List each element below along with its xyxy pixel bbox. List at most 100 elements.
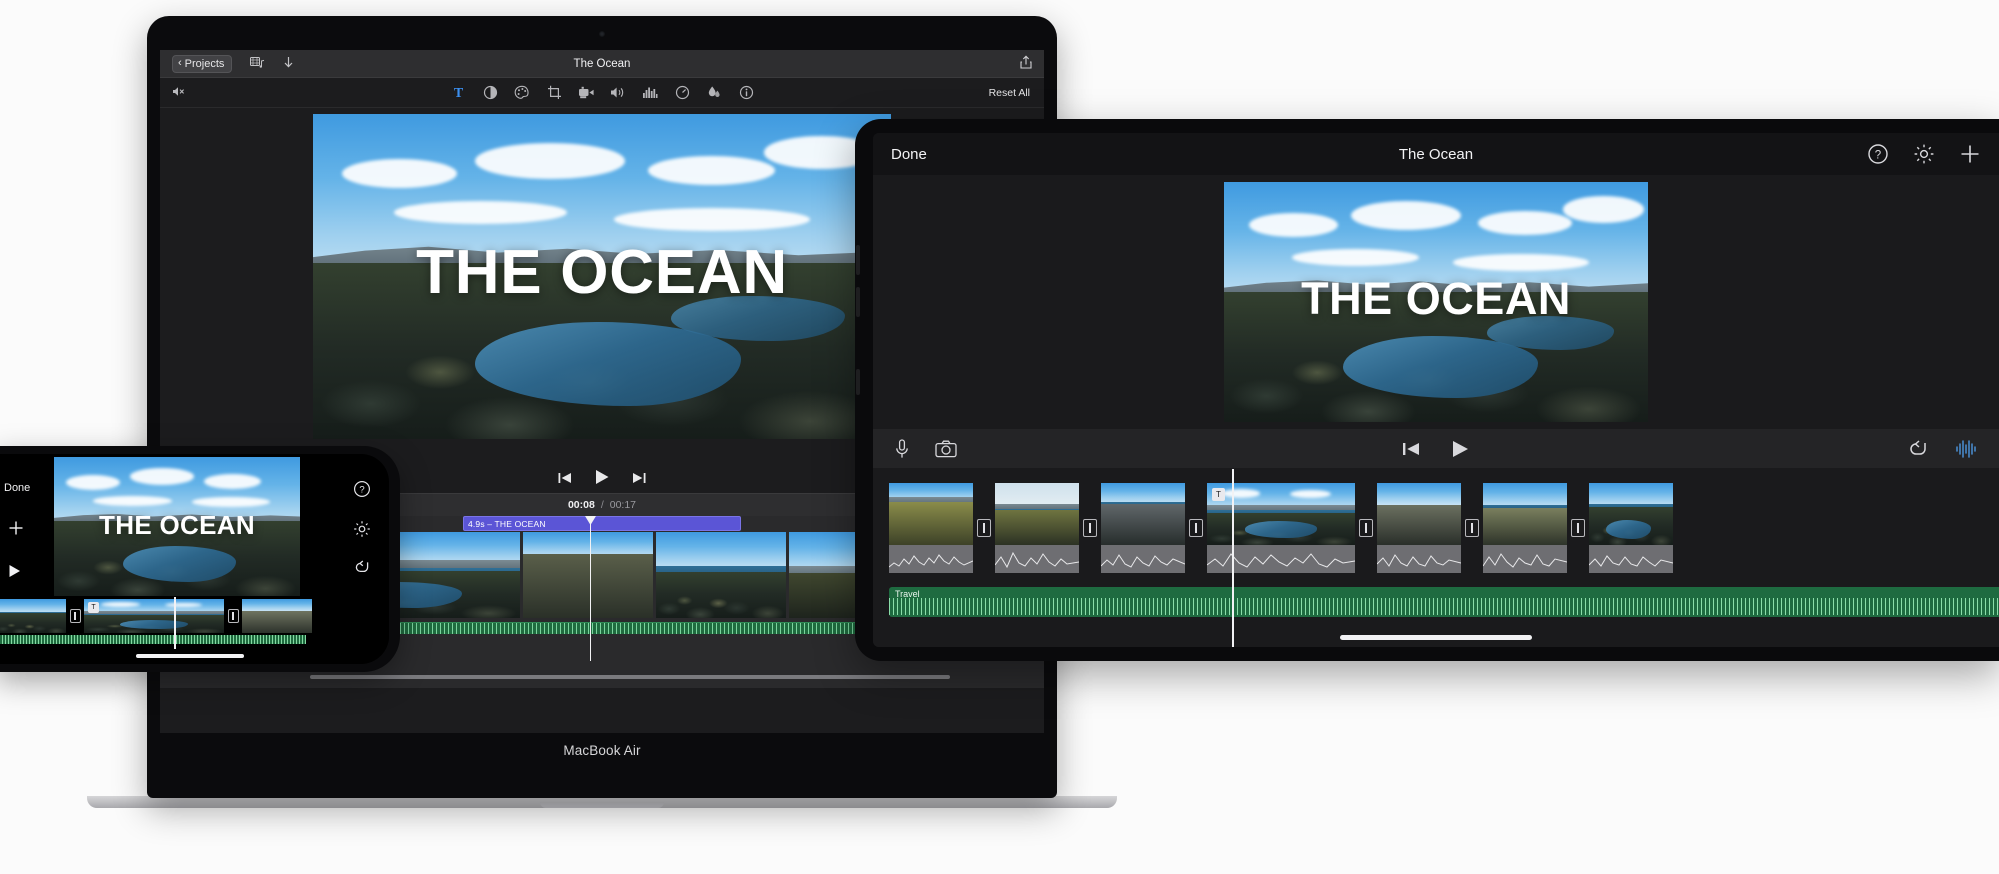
- timeline-clip[interactable]: [889, 483, 973, 545]
- timeline-clip-item[interactable]: [1483, 483, 1567, 573]
- timeline-clip-item[interactable]: [1589, 483, 1673, 573]
- svg-text:?: ?: [1875, 149, 1881, 161]
- transition-icon: [227, 609, 239, 623]
- crop-icon[interactable]: [544, 83, 564, 103]
- title-overlay-text: THE OCEAN: [416, 238, 788, 307]
- iphone-done-button[interactable]: Done: [4, 482, 30, 494]
- power-button[interactable]: [856, 369, 860, 395]
- title-clip[interactable]: 4.9s – THE OCEAN: [463, 516, 741, 531]
- cloud: [204, 473, 261, 489]
- iphone-audio-track[interactable]: [0, 635, 306, 644]
- home-indicator[interactable]: [136, 654, 244, 658]
- clip-waveform: [995, 545, 1079, 573]
- title-tool-icon[interactable]: T: [448, 83, 468, 103]
- cloud: [1351, 201, 1462, 230]
- screenshot-root: ‹ Projects The Ocean T Reset All THE OCE…: [0, 0, 1999, 874]
- download-arrow-icon[interactable]: [283, 56, 294, 72]
- timeline-clip[interactable]: [242, 599, 312, 633]
- video-preview[interactable]: THE OCEAN: [54, 457, 300, 596]
- ipad-control-bar: [873, 429, 1999, 469]
- ipad-project-title: The Ocean: [1398, 145, 1474, 163]
- timeline-clip[interactable]: [1589, 483, 1673, 545]
- timeline-clip[interactable]: [1483, 483, 1567, 545]
- timeline-clip-selected[interactable]: T: [1207, 483, 1355, 545]
- transition-marker[interactable]: [1355, 519, 1377, 537]
- transition-icon: [1189, 519, 1203, 537]
- help-circle-icon[interactable]: ?: [1867, 143, 1889, 165]
- skip-backward-icon[interactable]: [1402, 441, 1420, 457]
- plus-icon[interactable]: [1959, 143, 1981, 165]
- info-circle-icon[interactable]: [736, 83, 756, 103]
- gear-icon[interactable]: [1913, 143, 1935, 165]
- timeline-clip[interactable]: [995, 483, 1079, 545]
- timeline-clip-item[interactable]: [1377, 483, 1461, 573]
- equalizer-icon[interactable]: [640, 83, 660, 103]
- palette-icon[interactable]: [512, 83, 532, 103]
- skip-forward-icon[interactable]: [632, 472, 646, 487]
- timeline-clip[interactable]: [1101, 483, 1185, 545]
- transition-icon: [1083, 519, 1097, 537]
- ipad-capture-actions: [895, 438, 957, 459]
- speaker-icon[interactable]: [608, 83, 628, 103]
- volume-mute-icon[interactable]: [172, 86, 185, 100]
- transition-marker[interactable]: [1567, 519, 1589, 537]
- cloud: [613, 207, 811, 231]
- undo-arrow-icon[interactable]: [353, 560, 371, 575]
- transition-marker[interactable]: [66, 609, 84, 623]
- tool-icon-group: T: [448, 83, 756, 103]
- video-preview[interactable]: THE OCEAN: [1224, 182, 1648, 422]
- ipad-audio-track[interactable]: Travel: [889, 587, 1999, 617]
- ipad-timeline[interactable]: T Travel: [873, 469, 1999, 647]
- playhead[interactable]: [174, 597, 176, 649]
- timeline-clip[interactable]: [523, 532, 653, 618]
- clip-waveform: [1589, 545, 1673, 573]
- film-music-icon[interactable]: [250, 56, 265, 72]
- playhead[interactable]: [1232, 469, 1234, 647]
- clip-waveform: [1483, 545, 1567, 573]
- plus-icon[interactable]: [8, 520, 24, 540]
- share-icon[interactable]: [1020, 55, 1032, 72]
- home-indicator[interactable]: [1340, 635, 1532, 640]
- reset-all-button[interactable]: Reset All: [989, 87, 1030, 99]
- audio-waveform-icon[interactable]: [1955, 439, 1977, 459]
- chevron-left-icon: ‹: [178, 57, 182, 69]
- undo-arrow-icon[interactable]: [1907, 439, 1929, 458]
- play-icon[interactable]: [1450, 439, 1470, 459]
- play-icon[interactable]: [594, 469, 610, 490]
- help-circle-icon[interactable]: ?: [353, 480, 371, 498]
- playhead[interactable]: [585, 516, 596, 661]
- timeline-clip-item[interactable]: [995, 483, 1079, 573]
- iphone-timeline[interactable]: T: [0, 597, 389, 649]
- microphone-icon[interactable]: [895, 438, 909, 459]
- contrast-circle-icon[interactable]: [480, 83, 500, 103]
- transition-marker[interactable]: [224, 609, 242, 623]
- timeline-clip[interactable]: [656, 532, 786, 618]
- projects-back-button[interactable]: ‹ Projects: [172, 54, 233, 73]
- timeline-clip-item-selected[interactable]: T: [1207, 483, 1355, 573]
- timeline-scrollbar[interactable]: [310, 675, 950, 679]
- timeline-clip-selected[interactable]: T: [84, 599, 224, 633]
- camera-icon[interactable]: [935, 440, 957, 458]
- timeline-clip-item[interactable]: [1101, 483, 1185, 573]
- ipad-playback-controls: [873, 439, 1999, 459]
- volume-button[interactable]: [856, 245, 860, 275]
- timeline-clip-item[interactable]: [889, 483, 973, 573]
- cloud: [1478, 210, 1572, 235]
- transition-marker[interactable]: [1185, 519, 1207, 537]
- skip-backward-icon[interactable]: [558, 472, 572, 487]
- timeline-clip[interactable]: [1377, 483, 1461, 545]
- transition-marker[interactable]: [1461, 519, 1483, 537]
- video-camera-icon[interactable]: [576, 83, 596, 103]
- ipad-topbar-actions: ?: [1867, 143, 1981, 165]
- ipad-done-button[interactable]: Done: [891, 146, 927, 163]
- cloud: [1563, 196, 1644, 223]
- transition-marker[interactable]: [973, 519, 995, 537]
- video-preview[interactable]: THE OCEAN: [313, 113, 891, 439]
- play-icon[interactable]: [8, 564, 21, 580]
- droplets-icon[interactable]: [704, 83, 724, 103]
- transition-marker[interactable]: [1079, 519, 1101, 537]
- volume-button[interactable]: [856, 287, 860, 317]
- timeline-clip[interactable]: [0, 599, 66, 633]
- gear-icon[interactable]: [353, 520, 371, 538]
- speedometer-icon[interactable]: [672, 83, 692, 103]
